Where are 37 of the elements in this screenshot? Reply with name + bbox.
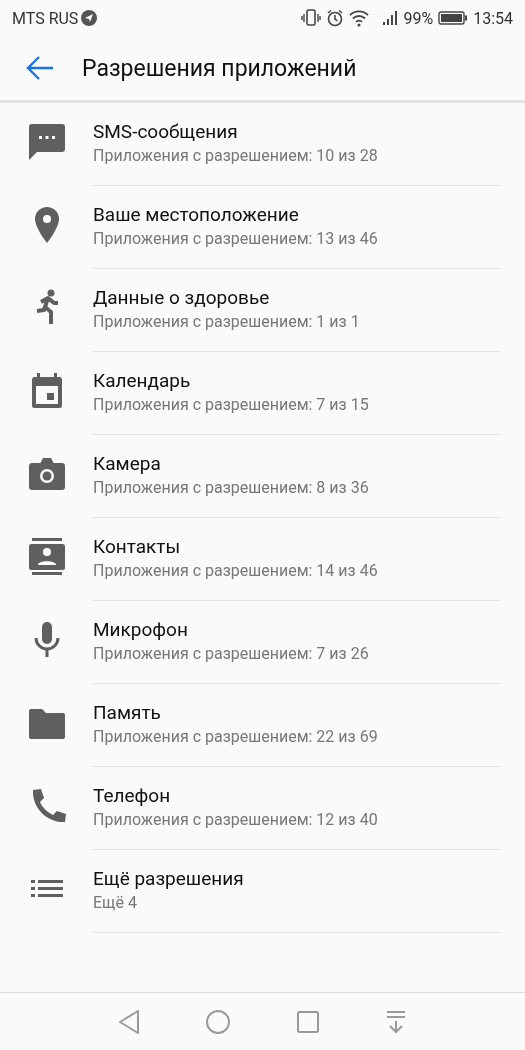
back-nav-icon[interactable] [118,1008,140,1035]
permission-summary: Приложения с разрешением: 7 из 26 [93,643,369,663]
recents-nav-icon[interactable] [296,1009,320,1034]
permission-summary: Приложения с разрешением: 7 из 15 [93,394,369,414]
permission-title[interactable]: Камера [93,451,161,475]
alarm-icon [326,9,345,27]
permission-summary: Приложения с разрешением: 8 из 36 [93,477,369,497]
screen-title: Разрешения приложений [82,54,357,82]
permission-summary: Приложения с разрешением: 10 из 28 [93,145,378,165]
battery-percent: 99% [403,8,434,28]
permission-title[interactable]: SMS-сообщения [93,119,238,143]
permission-summary: Приложения с разрешением: 12 из 40 [93,809,378,829]
permission-summary: Ещё 4 [93,892,137,912]
permission-summary: Приложения с разрешением: 13 из 46 [93,228,378,248]
permission-title[interactable]: Ещё разрешения [93,866,244,890]
permission-title[interactable]: Микрофон [93,617,188,641]
contact-card-icon [26,536,67,577]
permission-title[interactable]: Контакты [93,534,181,558]
carrier-name: MTS RUS [12,8,79,28]
back-arrow-icon[interactable] [25,55,55,81]
permission-title[interactable]: Ваше местоположение [93,202,299,226]
permission-title[interactable]: Данные о здоровье [93,285,270,309]
permission-summary: Приложения с разрешением: 14 из 46 [93,560,378,580]
clock-time: 13:54 [473,8,513,28]
home-nav-icon[interactable] [205,1008,231,1035]
notification-pull-icon[interactable] [385,1009,407,1034]
message-icon [26,121,67,162]
vibrate-icon [301,8,322,28]
permission-title[interactable]: Телефон [93,783,171,807]
battery-icon [438,11,469,25]
permission-summary: Приложения с разрешением: 22 из 69 [93,726,378,746]
wifi-icon [349,9,370,27]
signal-icon [382,10,399,26]
permission-summary: Приложения с разрешением: 1 из 1 [93,311,360,331]
permission-title[interactable]: Память [93,700,161,724]
permission-title[interactable]: Календарь [93,368,191,392]
navigation-icon [80,9,99,27]
